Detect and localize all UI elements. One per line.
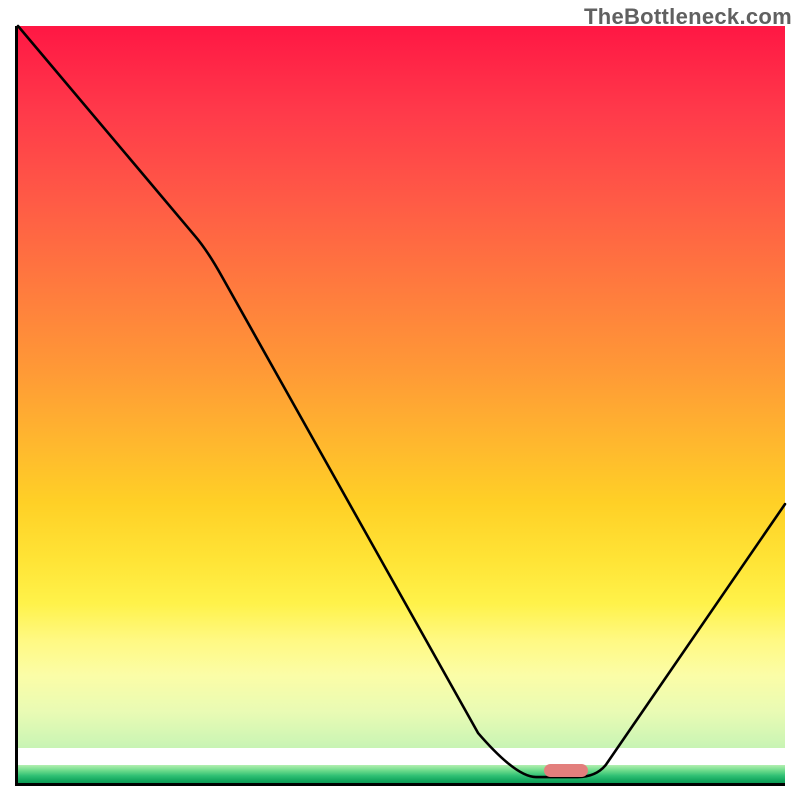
plot-area <box>15 26 785 786</box>
chart-canvas: TheBottleneck.com <box>0 0 800 800</box>
optimal-marker <box>544 764 588 777</box>
bottleneck-curve-svg <box>18 26 785 783</box>
bottleneck-curve-path <box>18 26 785 777</box>
